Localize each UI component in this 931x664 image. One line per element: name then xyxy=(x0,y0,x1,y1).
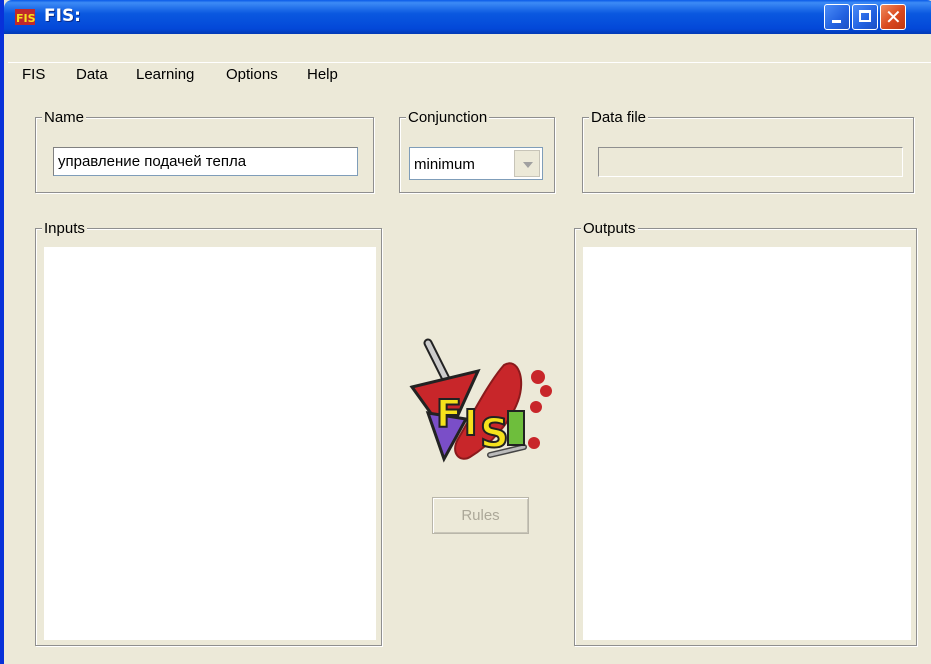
outputs-group-label: Outputs xyxy=(581,220,638,237)
name-group-label: Name xyxy=(42,109,87,126)
maximize-icon xyxy=(859,10,871,22)
menu-learning[interactable]: Learning xyxy=(136,66,194,83)
conjunction-selected-value: minimum xyxy=(414,156,475,173)
minimize-button[interactable] xyxy=(824,4,850,30)
menubar-divider xyxy=(8,62,931,63)
fis-logo-icon: F I S xyxy=(409,338,552,463)
title-bar[interactable]: FIS FIS: ✕ xyxy=(4,0,931,34)
chevron-down-icon xyxy=(523,162,533,168)
svg-text:I: I xyxy=(464,403,477,444)
menu-data[interactable]: Data xyxy=(76,66,108,83)
svg-text:S: S xyxy=(480,411,509,457)
window-title: FIS: xyxy=(44,6,81,26)
svg-text:FIS: FIS xyxy=(16,12,36,25)
data-file-field xyxy=(598,147,903,177)
conjunction-dropdown-button[interactable] xyxy=(514,150,540,177)
rules-button[interactable]: Rules xyxy=(432,497,529,534)
outputs-list[interactable] xyxy=(583,247,911,640)
svg-text:F: F xyxy=(436,392,462,436)
maximize-button[interactable] xyxy=(852,4,878,30)
inputs-group-label: Inputs xyxy=(42,220,87,237)
name-field[interactable]: управление подачей тепла xyxy=(53,147,358,176)
data-file-group-label: Data file xyxy=(589,109,649,126)
minimize-icon xyxy=(832,20,841,23)
close-icon: ✕ xyxy=(885,5,902,29)
fis-logo-icon: FIS xyxy=(15,9,36,25)
menu-help[interactable]: Help xyxy=(307,66,338,83)
inputs-list[interactable] xyxy=(44,247,376,640)
fis-window: FIS FIS: ✕ FIS Data Learning Options Hel… xyxy=(0,0,931,664)
conjunction-select[interactable]: minimum xyxy=(409,147,543,180)
close-button[interactable]: ✕ xyxy=(880,4,906,30)
menu-fis[interactable]: FIS xyxy=(22,66,45,83)
conjunction-group-label: Conjunction xyxy=(406,109,490,126)
menu-options[interactable]: Options xyxy=(226,66,278,83)
